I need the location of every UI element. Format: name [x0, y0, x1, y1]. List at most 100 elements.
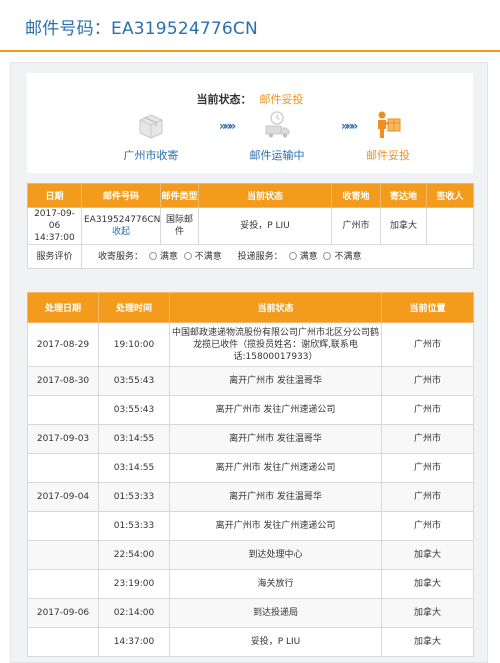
rating-options: 收寄服务： 满意 不满意 投递服务： 满意 不满意 [81, 244, 474, 269]
row-status: 离开广州市 发往广州速递公司 [169, 511, 382, 541]
table-row: 14:37:00 妥投，P LIU 加拿大 [27, 627, 474, 657]
row-location: 广州市 [381, 453, 474, 483]
table-row: 03:55:43 离开广州市 发往广州速递公司 广州市 [27, 395, 474, 425]
deliver-unsatisfied-radio[interactable] [323, 251, 332, 260]
summary-destination: 加拿大 [380, 207, 427, 245]
row-status: 妥投，P LIU [169, 627, 382, 657]
table-row: 2017-09-03 03:14:55 离开广州市 发往温哥华 广州市 [27, 424, 474, 454]
summary-table: 日期 邮件号码 邮件类型 当前状态 收寄地 寄达地 签收人 2017-09-06… [27, 183, 474, 269]
page-header: 邮件号码：EA319524776CN [0, 0, 500, 52]
row-location: 广州市 [381, 366, 474, 396]
row-time: 19:10:00 [98, 322, 170, 367]
row-date: 2017-08-30 [27, 366, 99, 396]
row-date [27, 511, 99, 541]
rating-row: 服务评价 收寄服务： 满意 不满意 投递服务： 满意 不满意 [27, 244, 474, 269]
row-date [27, 627, 99, 657]
step-in-transit: 邮件运输中 [232, 109, 322, 163]
collect-service-label: 收寄服务： [98, 251, 144, 262]
radio-label: 不满意 [194, 251, 222, 262]
row-status: 中国邮政速递物流股份有限公司广州市北区分公司鹤龙揽已收件（揽投员姓名：谢欣辉,联… [169, 322, 382, 367]
summary-status: 妥投，P LIU [198, 207, 332, 245]
column-header: 寄达地 [380, 183, 427, 208]
row-status: 离开广州市 发往广州速递公司 [169, 395, 382, 425]
step-label: 邮件运输中 [249, 149, 305, 162]
column-header: 签收人 [426, 183, 474, 208]
row-status: 海关放行 [169, 569, 382, 599]
radio-label: 满意 [299, 251, 318, 262]
deliver-service-label: 投递服务： [237, 251, 283, 262]
row-date: 2017-09-03 [27, 424, 99, 454]
table-row: 2017-09-06 02:14:00 到达投递局 加拿大 [27, 598, 474, 628]
rating-label: 服务评价 [27, 244, 82, 269]
row-status: 离开广州市 发往温哥华 [169, 482, 382, 512]
table-row: 23:19:00 海关放行 加拿大 [27, 569, 474, 599]
package-box-icon [139, 114, 163, 139]
step-collected: 广州市收寄 [106, 109, 196, 163]
row-location: 广州市 [381, 482, 474, 512]
row-location: 加拿大 [381, 598, 474, 628]
row-time: 14:37:00 [98, 627, 170, 657]
row-date: 2017-09-06 [27, 598, 99, 628]
row-location: 广州市 [381, 395, 474, 425]
column-header: 当前状态 [198, 183, 332, 208]
row-location: 广州市 [381, 511, 474, 541]
row-date: 2017-09-04 [27, 482, 99, 512]
step-delivered: 邮件妥投 [343, 109, 433, 163]
summary-signer [426, 207, 474, 245]
row-location: 广州市 [381, 424, 474, 454]
table-row: 2017-08-29 19:10:00 中国邮政速递物流股份有限公司广州市北区分… [27, 322, 474, 367]
row-time: 01:53:33 [98, 482, 170, 512]
current-status-label: 当前状态： [196, 93, 252, 106]
radio-label: 满意 [159, 251, 178, 262]
row-location: 广州市 [381, 322, 474, 367]
row-location: 加拿大 [381, 540, 474, 570]
row-time: 03:14:55 [98, 424, 170, 454]
column-header: 邮件号码 [81, 183, 161, 208]
table-row: 2017-08-30 03:55:43 离开广州市 发往温哥华 广州市 [27, 366, 474, 396]
collect-unsatisfied-radio[interactable] [183, 251, 192, 260]
radio-label: 不满意 [334, 251, 362, 262]
row-time: 23:19:00 [98, 569, 170, 599]
column-header: 邮件类型 [160, 183, 199, 208]
tracking-panel: 当前状态： 邮件妥投 广州市收寄 »»» 邮件运输中 »»» 邮件妥投 日期 邮… [10, 62, 488, 663]
row-date [27, 395, 99, 425]
row-status: 到达投递局 [169, 598, 382, 628]
table-row: 2017-09-04 01:53:33 离开广州市 发往温哥华 广州市 [27, 482, 474, 512]
row-date [27, 453, 99, 483]
step-label: 邮件妥投 [366, 149, 410, 162]
column-header: 日期 [27, 183, 82, 208]
row-time: 03:14:55 [98, 453, 170, 483]
collect-satisfied-radio[interactable] [148, 251, 157, 260]
collapse-link[interactable]: 收起 [84, 226, 158, 238]
current-status-value: 邮件妥投 [259, 93, 304, 106]
row-status: 到达处理中心 [169, 540, 382, 570]
summary-mail-no: EA319524776CN [84, 215, 161, 225]
row-location: 加拿大 [381, 627, 474, 657]
row-time: 03:55:43 [98, 366, 170, 396]
row-time: 02:14:00 [98, 598, 170, 628]
tracking-table: 处理日期 处理时间 当前状态 当前位置 2017-08-29 19:10:00 … [27, 292, 474, 657]
summary-row: 2017-09-06 14:37:00 EA319524776CN 收起 国际邮… [27, 207, 474, 245]
column-header: 处理时间 [98, 292, 170, 323]
table-row: 03:14:55 离开广州市 发往广州速递公司 广州市 [27, 453, 474, 483]
status-card: 当前状态： 邮件妥投 广州市收寄 »»» 邮件运输中 »»» 邮件妥投 [27, 73, 473, 173]
row-time: 03:55:43 [98, 395, 170, 425]
column-header: 收寄地 [331, 183, 381, 208]
column-header: 当前状态 [169, 292, 382, 323]
progress-steps: 广州市收寄 »»» 邮件运输中 »»» 邮件妥投 [27, 109, 473, 169]
courier-delivered-icon [378, 111, 401, 138]
deliver-satisfied-radio[interactable] [288, 251, 297, 260]
column-header: 处理日期 [27, 292, 99, 323]
mail-number-title: 邮件号码：EA319524776CN [25, 19, 258, 39]
row-status: 离开广州市 发往温哥华 [169, 424, 382, 454]
row-status: 离开广州市 发往温哥华 [169, 366, 382, 396]
delivery-truck-icon [265, 111, 290, 138]
summary-mail-type: 国际邮件 [160, 207, 199, 245]
summary-date: 2017-09-06 14:37:00 [27, 207, 82, 245]
step-label: 广州市收寄 [123, 149, 179, 162]
row-status: 离开广州市 发往广州速递公司 [169, 453, 382, 483]
row-time: 22:54:00 [98, 540, 170, 570]
summary-origin: 广州市 [331, 207, 381, 245]
current-status-line: 当前状态： 邮件妥投 [27, 91, 473, 107]
row-time: 01:53:33 [98, 511, 170, 541]
